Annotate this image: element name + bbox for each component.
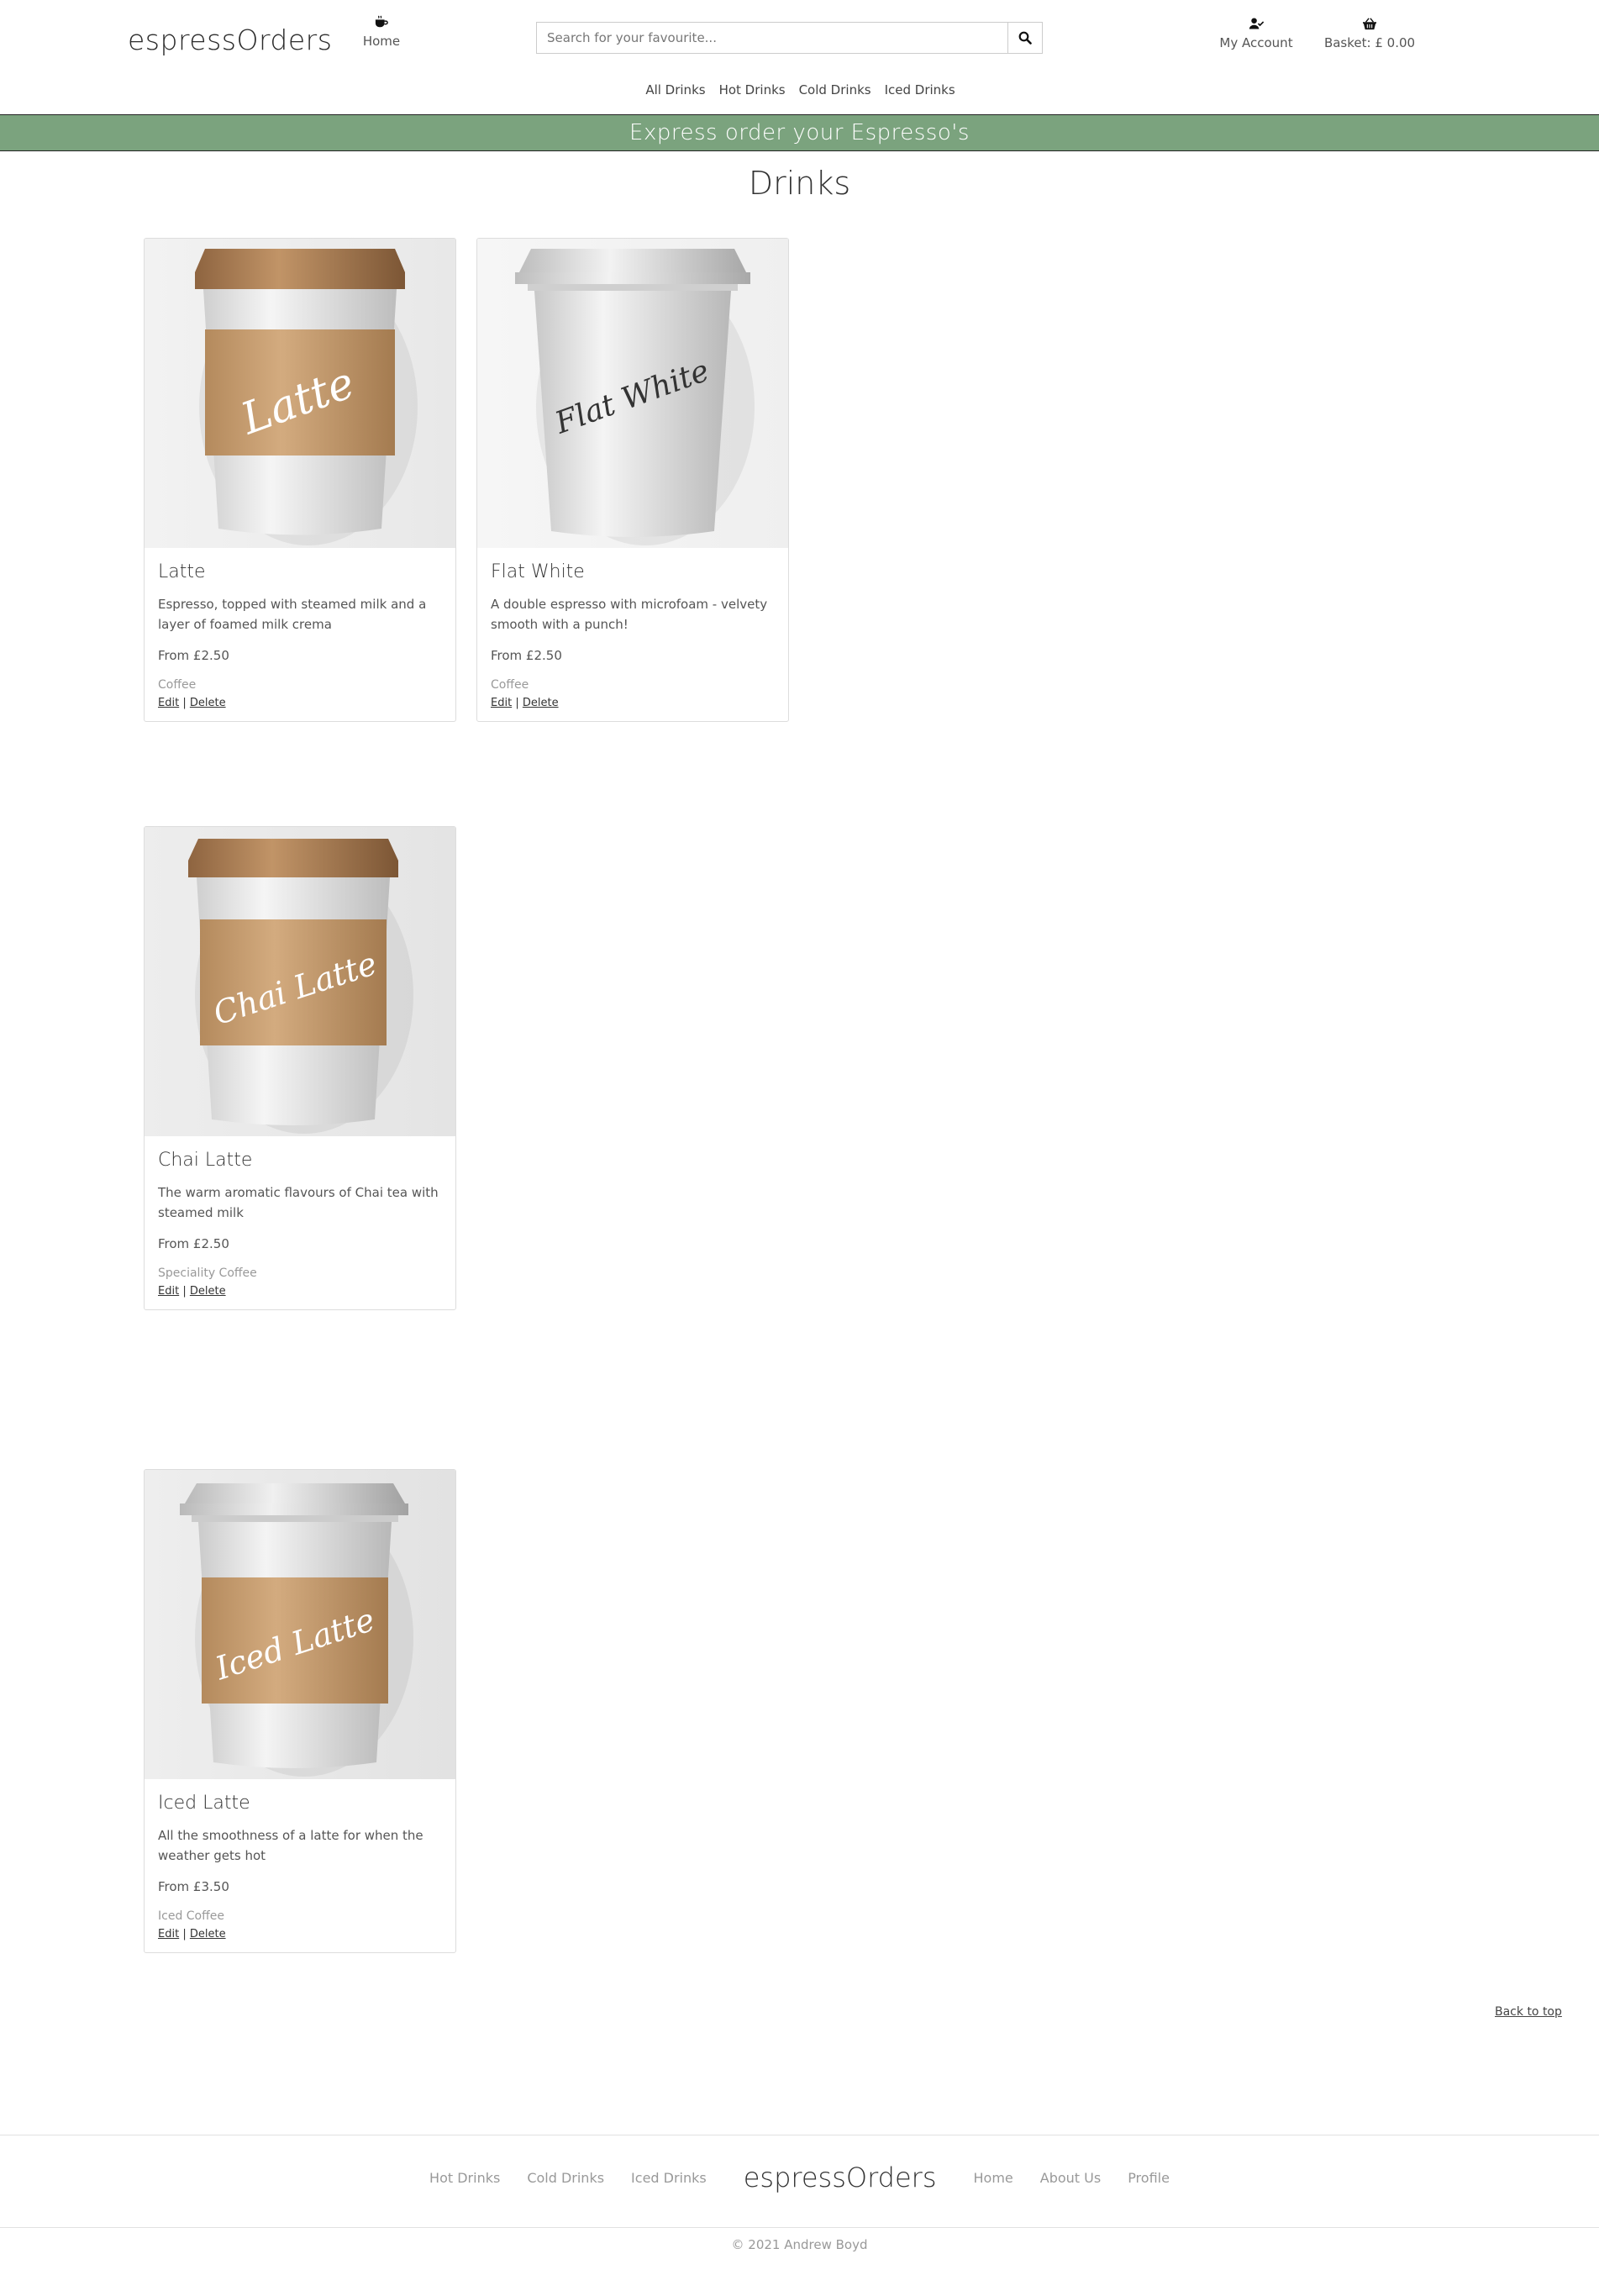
footer-link-home[interactable]: Home — [974, 2170, 1013, 2186]
product-card: Iced Latte Iced Latte All the smoothness… — [144, 1469, 456, 1953]
product-description: The warm aromatic flavours of Chai tea w… — [158, 1185, 439, 1220]
edit-link[interactable]: Edit — [158, 1928, 179, 1941]
search-input[interactable] — [537, 23, 1007, 53]
coffee-cup-illustration: Flat White — [477, 239, 788, 548]
product-price: From £2.50 — [158, 1236, 229, 1251]
delete-link[interactable]: Delete — [523, 697, 559, 709]
product-card: Chai Latte Chai Latte The warm aromatic … — [144, 826, 456, 1310]
home-link[interactable]: Home — [360, 15, 403, 49]
delete-link[interactable]: Delete — [190, 1928, 226, 1941]
footer-link-profile[interactable]: Profile — [1128, 2170, 1170, 2186]
product-actions: Edit | Delete — [158, 1285, 442, 1298]
footer-link-cold-drinks[interactable]: Cold Drinks — [527, 2170, 604, 2186]
brand-logo[interactable]: espressOrders — [128, 24, 332, 56]
copyright: © 2021 Andrew Boyd — [731, 2237, 868, 2252]
user-check-icon — [1249, 18, 1264, 29]
product-card: Flat White Flat White A double espresso … — [476, 238, 789, 722]
product-actions: Edit | Delete — [158, 697, 442, 709]
product-image[interactable]: Latte — [145, 239, 455, 548]
footer-link-about-us[interactable]: About Us — [1040, 2170, 1101, 2186]
product-price: From £2.50 — [158, 648, 229, 663]
basket-total: Basket: £ 0.00 — [1323, 35, 1416, 50]
product-card: Latte Latte Espresso, topped with steame… — [144, 238, 456, 722]
product-image[interactable]: Flat White — [477, 239, 788, 548]
product-category[interactable]: Coffee — [158, 678, 442, 692]
product-category[interactable]: Iced Coffee — [158, 1909, 442, 1923]
product-name[interactable]: Latte — [158, 561, 442, 582]
separator: | — [182, 697, 187, 709]
search-icon — [1018, 31, 1032, 45]
promo-banner: Express order your Espresso's — [0, 114, 1599, 151]
coffee-cup-illustration: Chai Latte — [145, 827, 455, 1136]
home-label: Home — [362, 34, 401, 49]
search-button[interactable] — [1007, 23, 1042, 53]
delete-link[interactable]: Delete — [190, 697, 226, 709]
product-description: All the smoothness of a latte for when t… — [158, 1828, 423, 1863]
my-account-label: My Account — [1219, 35, 1293, 50]
product-category[interactable]: Speciality Coffee — [158, 1266, 442, 1280]
product-category[interactable]: Coffee — [491, 678, 775, 692]
product-actions: Edit | Delete — [491, 697, 775, 709]
search-form — [536, 22, 1043, 54]
nav-hot-drinks[interactable]: Hot Drinks — [719, 82, 786, 97]
coffee-cup-illustration: Latte — [145, 239, 455, 548]
delete-link[interactable]: Delete — [190, 1285, 226, 1298]
product-description: Espresso, topped with steamed milk and a… — [158, 597, 427, 632]
basket-link[interactable]: Basket: £ 0.00 — [1321, 17, 1418, 50]
product-name[interactable]: Flat White — [491, 561, 775, 582]
separator: | — [182, 1285, 187, 1298]
footer-divider — [0, 2227, 1599, 2228]
product-name[interactable]: Chai Latte — [158, 1150, 442, 1171]
product-description: A double espresso with microfoam - velve… — [491, 597, 768, 632]
nav-iced-drinks[interactable]: Iced Drinks — [885, 82, 955, 97]
coffee-cup-illustration: Iced Latte — [145, 1470, 455, 1779]
product-price: From £2.50 — [491, 648, 562, 663]
footer-brand-logo[interactable]: espressOrders — [744, 2162, 937, 2193]
footer-link-hot-drinks[interactable]: Hot Drinks — [429, 2170, 500, 2186]
separator: | — [515, 697, 519, 709]
footer-nav: Hot Drinks Cold Drinks Iced Drinks espre… — [0, 2162, 1599, 2193]
category-nav: All Drinks Hot Drinks Cold Drinks Iced D… — [0, 82, 1599, 97]
nav-all-drinks[interactable]: All Drinks — [645, 82, 705, 97]
coffee-cup-icon — [375, 15, 388, 28]
back-to-top-link[interactable]: Back to top — [1495, 2005, 1562, 2019]
edit-link[interactable]: Edit — [158, 1285, 179, 1298]
footer-link-iced-drinks[interactable]: Iced Drinks — [631, 2170, 707, 2186]
edit-link[interactable]: Edit — [491, 697, 512, 709]
my-account-link[interactable]: My Account — [1210, 17, 1302, 50]
page-title: Drinks — [748, 165, 851, 202]
product-image[interactable]: Chai Latte — [145, 827, 455, 1136]
basket-icon — [1363, 18, 1376, 30]
edit-link[interactable]: Edit — [158, 697, 179, 709]
nav-cold-drinks[interactable]: Cold Drinks — [799, 82, 871, 97]
separator: | — [182, 1928, 187, 1941]
product-name[interactable]: Iced Latte — [158, 1793, 442, 1814]
product-actions: Edit | Delete — [158, 1928, 442, 1941]
product-image[interactable]: Iced Latte — [145, 1470, 455, 1779]
product-price: From £3.50 — [158, 1879, 229, 1894]
